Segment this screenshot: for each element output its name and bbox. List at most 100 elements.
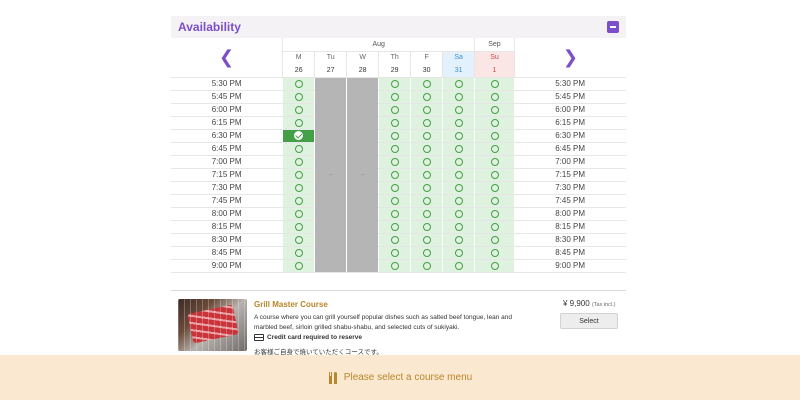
time-slot-available[interactable] xyxy=(410,90,443,104)
time-slot-available[interactable] xyxy=(410,246,443,260)
time-slot-available[interactable] xyxy=(378,259,411,273)
time-slot-available[interactable] xyxy=(282,168,315,182)
time-slot-available[interactable] xyxy=(378,233,411,247)
day-of-week-label: F xyxy=(410,51,443,64)
time-slot-available[interactable] xyxy=(282,207,315,221)
course-name[interactable]: Grill Master Course xyxy=(254,300,328,309)
time-slot-available[interactable] xyxy=(410,220,443,234)
available-circle-icon xyxy=(490,157,499,166)
time-slot-available[interactable] xyxy=(442,129,475,143)
time-slot-available[interactable] xyxy=(474,181,515,195)
time-slot-available[interactable] xyxy=(282,194,315,208)
time-slot-available[interactable] xyxy=(442,207,475,221)
time-slot-available[interactable] xyxy=(282,246,315,260)
prev-week-chevron-icon[interactable]: ❮ xyxy=(219,48,234,66)
time-slot-available[interactable] xyxy=(410,155,443,169)
time-slot-available[interactable] xyxy=(410,103,443,117)
time-slot-available[interactable] xyxy=(378,103,411,117)
time-slot-available[interactable] xyxy=(378,90,411,104)
time-slot-available[interactable] xyxy=(474,155,515,169)
time-slot-available[interactable] xyxy=(282,116,315,130)
time-slot-available[interactable] xyxy=(410,207,443,221)
time-slot-available[interactable] xyxy=(378,168,411,182)
time-slot-available[interactable] xyxy=(410,233,443,247)
select-course-button[interactable]: Select xyxy=(560,313,618,329)
availability-header: Availability xyxy=(171,16,626,38)
time-slot-available[interactable] xyxy=(378,181,411,195)
time-slot-available[interactable] xyxy=(410,129,443,143)
time-slot-available[interactable] xyxy=(474,246,515,260)
available-circle-icon xyxy=(422,105,431,114)
time-slot-available[interactable] xyxy=(378,220,411,234)
time-slot-available[interactable] xyxy=(282,259,315,273)
time-slot-available[interactable] xyxy=(474,129,515,143)
time-slot-available[interactable] xyxy=(442,259,475,273)
time-slot-available[interactable] xyxy=(282,155,315,169)
time-slot-available[interactable] xyxy=(378,246,411,260)
time-slot-available[interactable] xyxy=(442,77,475,91)
time-slot-available[interactable] xyxy=(474,194,515,208)
time-slot-row: 8:00 PM 8:00 PM xyxy=(171,207,626,221)
day-of-week-label: Sa xyxy=(442,51,475,64)
time-slot-available[interactable] xyxy=(442,142,475,156)
day-of-week-label: Tu xyxy=(314,51,347,64)
time-slot-available[interactable] xyxy=(378,129,411,143)
time-label-right: 6:00 PM xyxy=(514,103,626,117)
time-slot-available[interactable] xyxy=(442,155,475,169)
time-slot-available[interactable] xyxy=(410,168,443,182)
time-slot-row: 6:15 PM 6:15 PM xyxy=(171,116,626,130)
time-slot-available[interactable] xyxy=(410,181,443,195)
time-slot-available[interactable] xyxy=(442,181,475,195)
available-circle-icon xyxy=(490,92,499,101)
time-slot-available[interactable] xyxy=(410,116,443,130)
time-slot-available[interactable] xyxy=(442,168,475,182)
time-slot-available[interactable] xyxy=(442,246,475,260)
time-slot-row: 8:30 PM 8:30 PM xyxy=(171,233,626,247)
time-slot-available[interactable] xyxy=(474,142,515,156)
time-slot-available[interactable] xyxy=(474,259,515,273)
time-slot-available[interactable] xyxy=(474,103,515,117)
next-week-chevron-icon[interactable]: ❯ xyxy=(563,48,578,66)
time-slot-available[interactable] xyxy=(442,90,475,104)
time-slot-available[interactable] xyxy=(442,116,475,130)
time-slot-available[interactable] xyxy=(282,220,315,234)
time-slot-available[interactable] xyxy=(378,116,411,130)
time-slot-available[interactable] xyxy=(410,194,443,208)
time-slot-available[interactable] xyxy=(282,103,315,117)
time-slot-row: 9:00 PM 9:00 PM xyxy=(171,259,626,273)
available-circle-icon xyxy=(490,248,499,257)
time-slot-available[interactable] xyxy=(282,181,315,195)
time-slot-available[interactable] xyxy=(474,168,515,182)
time-slot-available[interactable] xyxy=(282,90,315,104)
time-slot-selected[interactable] xyxy=(282,129,315,143)
time-slot-available[interactable] xyxy=(474,220,515,234)
time-slot-available[interactable] xyxy=(474,207,515,221)
time-slot-available[interactable] xyxy=(442,233,475,247)
time-slot-available[interactable] xyxy=(282,77,315,91)
time-slot-available[interactable] xyxy=(474,77,515,91)
time-slot-available[interactable] xyxy=(378,194,411,208)
time-slot-available[interactable] xyxy=(282,142,315,156)
available-circle-icon xyxy=(390,131,399,140)
time-slot-available[interactable] xyxy=(378,142,411,156)
time-slot-row: 6:45 PM 6:45 PM xyxy=(171,142,626,156)
time-slot-available[interactable] xyxy=(282,233,315,247)
time-slot-available[interactable] xyxy=(442,194,475,208)
available-circle-icon xyxy=(390,222,399,231)
time-label-right: 8:30 PM xyxy=(514,233,626,247)
time-slot-available[interactable] xyxy=(378,207,411,221)
available-circle-icon xyxy=(454,196,463,205)
time-slot-available[interactable] xyxy=(378,77,411,91)
available-circle-icon xyxy=(390,261,399,270)
time-slot-available[interactable] xyxy=(442,103,475,117)
time-slot-available[interactable] xyxy=(474,90,515,104)
available-circle-icon xyxy=(294,157,303,166)
time-slot-available[interactable] xyxy=(442,220,475,234)
collapse-icon[interactable] xyxy=(607,21,619,33)
time-slot-available[interactable] xyxy=(378,155,411,169)
time-slot-available[interactable] xyxy=(410,77,443,91)
time-slot-available[interactable] xyxy=(474,233,515,247)
time-slot-available[interactable] xyxy=(410,259,443,273)
time-slot-available[interactable] xyxy=(410,142,443,156)
time-slot-available[interactable] xyxy=(474,116,515,130)
